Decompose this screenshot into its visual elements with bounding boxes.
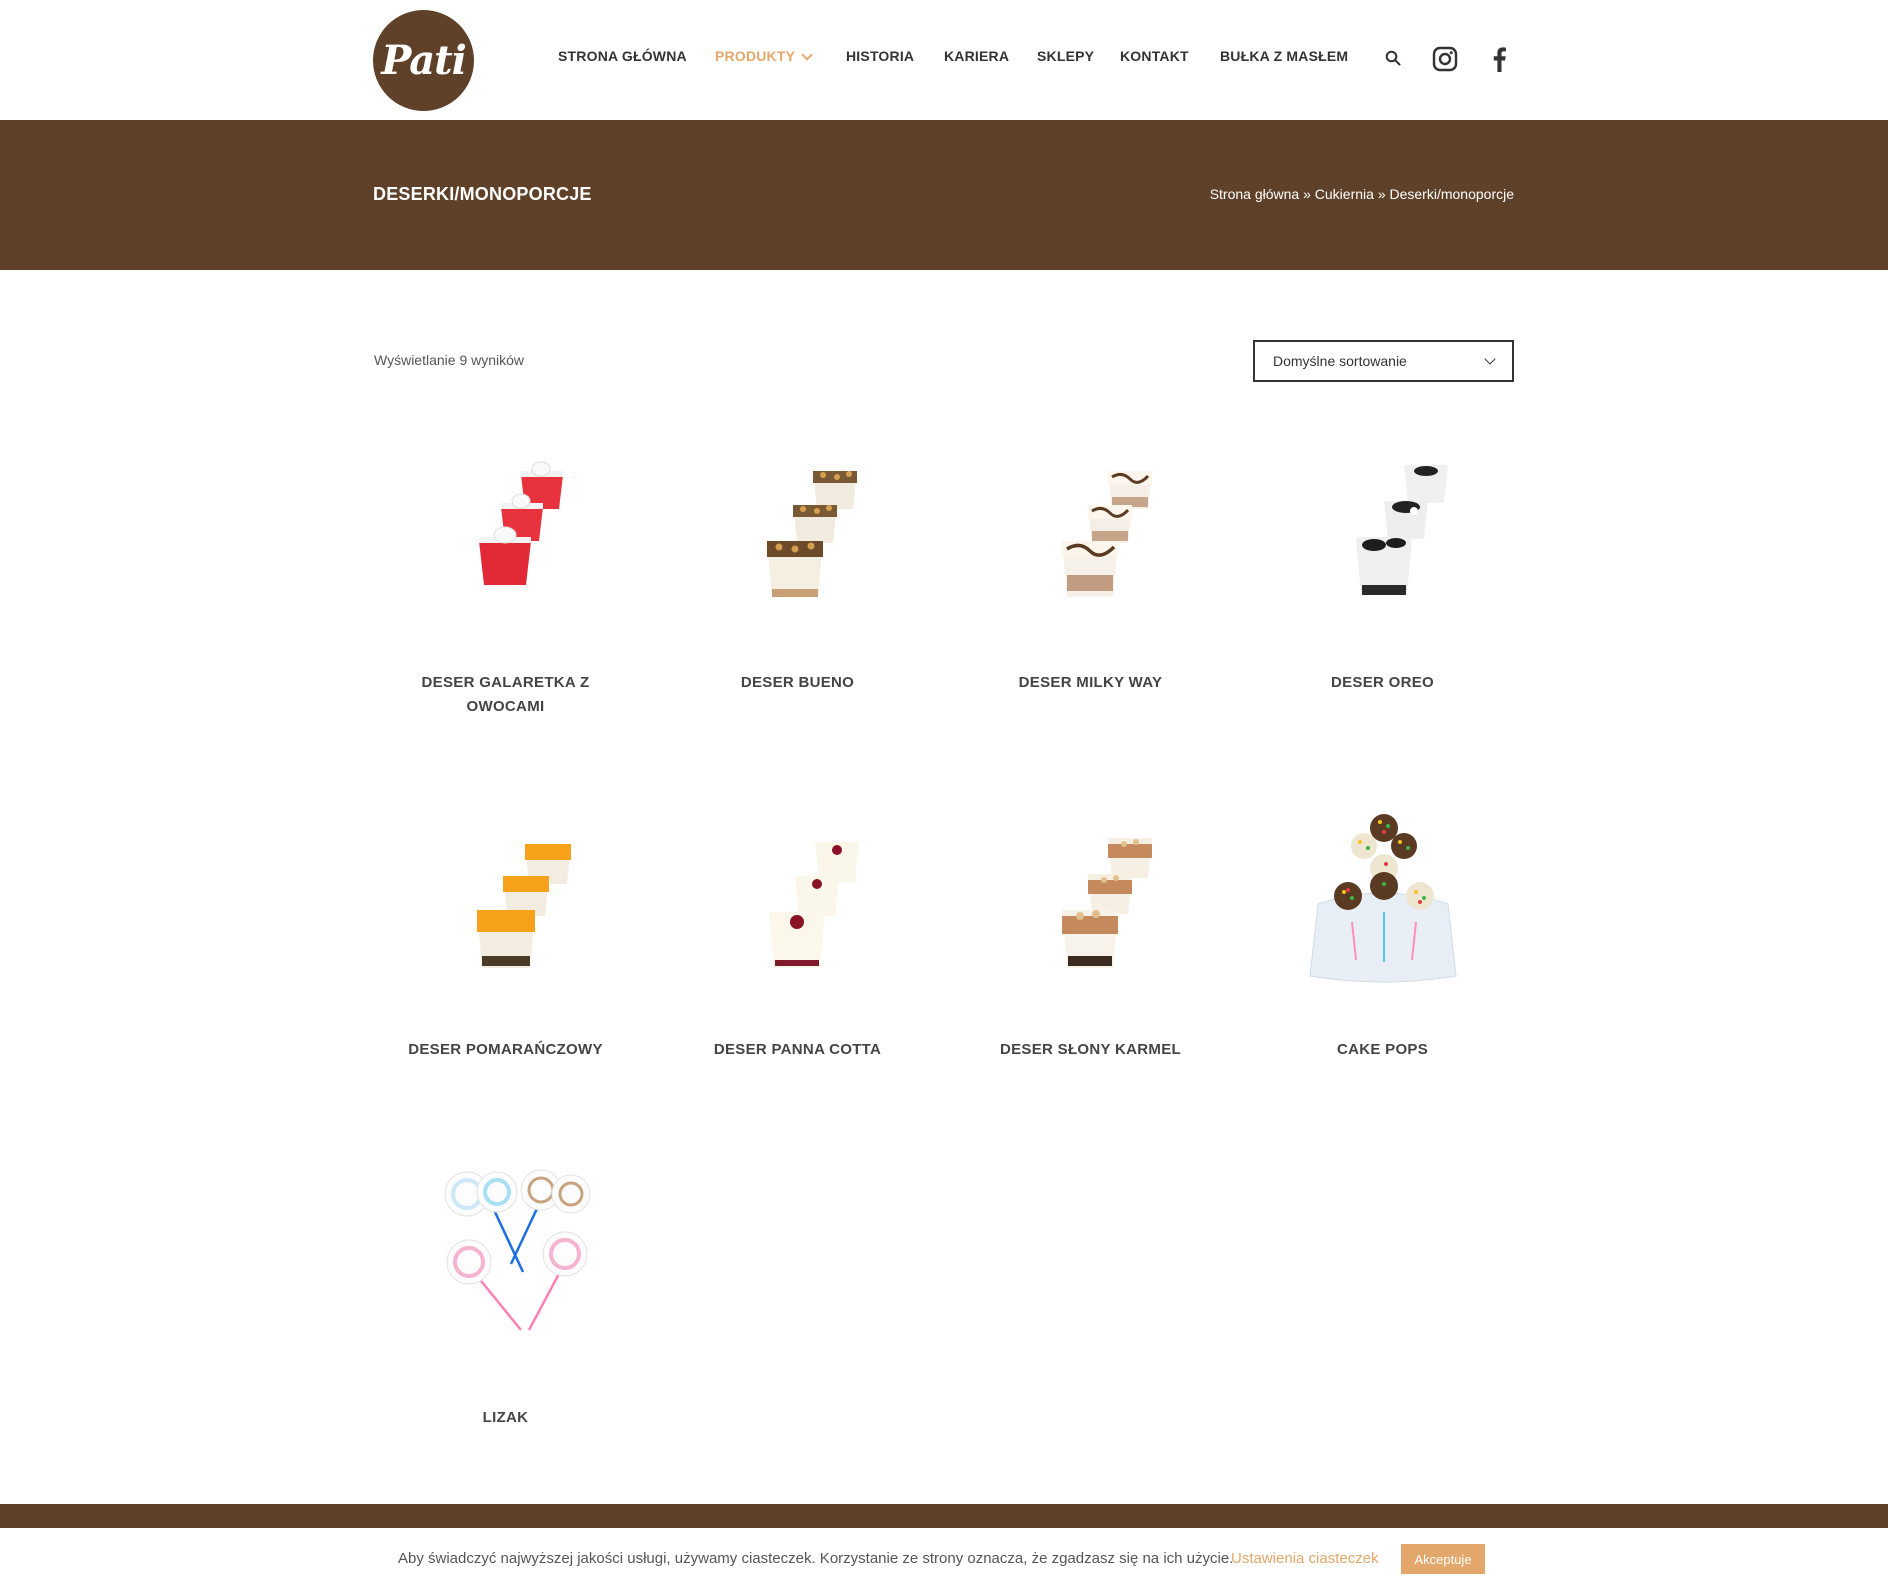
product-image[interactable] (703, 812, 893, 1002)
product-image[interactable] (996, 812, 1186, 1002)
product-card[interactable]: DESER POMARAŃCZOWY (373, 812, 638, 1062)
product-image[interactable] (1288, 812, 1478, 1002)
product-title[interactable]: DESER OREO (1250, 671, 1515, 695)
product-image[interactable] (411, 1160, 601, 1350)
breadcrumb: Strona główna » Cukiernia » Deserki/mono… (1210, 186, 1514, 202)
nav-item-bulka-z-maslem[interactable]: BUŁKA Z MASŁEM (1220, 48, 1348, 64)
product-title[interactable]: DESER GALARETKA Z OWOCAMI (418, 671, 593, 719)
facebook-icon[interactable] (1489, 45, 1509, 73)
product-card[interactable]: DESER PANNA COTTA (665, 812, 930, 1062)
product-image[interactable] (703, 445, 893, 635)
cookie-text: Aby świadczyć najwyższej jakości usługi,… (398, 1550, 1234, 1567)
breadcrumb-current: Deserki/monoporcje (1389, 186, 1515, 202)
breadcrumb-category[interactable]: Cukiernia (1315, 186, 1374, 202)
product-image[interactable] (411, 445, 601, 635)
chevron-down-icon (801, 49, 813, 61)
product-card[interactable]: DESER MILKY WAY (958, 445, 1223, 695)
product-title[interactable]: DESER PANNA COTTA (665, 1038, 930, 1062)
cookie-settings-link[interactable]: Ustawienia ciasteczek (1231, 1550, 1379, 1567)
site-logo[interactable]: Pati (373, 10, 474, 111)
product-title[interactable]: LIZAK (373, 1406, 638, 1430)
nav-item-produkty[interactable]: PRODUKTY (715, 48, 813, 64)
cookie-bar: Aby świadczyć najwyższej jakości usługi,… (0, 1528, 1888, 1592)
page-title-band: DESERKI/MONOPORCJE Strona główna » Cukie… (0, 120, 1888, 270)
breadcrumb-separator: » (1303, 186, 1311, 202)
chevron-down-icon (1484, 353, 1496, 365)
footer-band (0, 1504, 1888, 1528)
nav-item-strona-glowna[interactable]: STRONA GŁÓWNA (558, 48, 687, 64)
sort-select-value: Domyślne sortowanie (1273, 353, 1407, 369)
nav-item-sklepy[interactable]: SKLEPY (1037, 48, 1094, 64)
nav-item-produkty-label: PRODUKTY (715, 48, 796, 64)
result-count: Wyświetlanie 9 wyników (374, 352, 525, 368)
logo-text: Pati (381, 37, 467, 84)
product-image[interactable] (411, 812, 601, 1002)
product-card[interactable]: DESER GALARETKA Z OWOCAMI (373, 445, 638, 719)
product-card[interactable]: DESER SŁONY KARMEL (958, 812, 1223, 1062)
sort-select[interactable]: Domyślne sortowanie (1253, 340, 1514, 382)
product-title[interactable]: DESER SŁONY KARMEL (958, 1038, 1223, 1062)
cookie-accept-button[interactable]: Akceptuje (1401, 1544, 1485, 1574)
product-card[interactable]: LIZAK (373, 1160, 638, 1430)
instagram-icon[interactable] (1431, 45, 1459, 73)
site-header: Pati STRONA GŁÓWNA PRODUKTY HISTORIA KAR… (0, 0, 1888, 120)
nav-item-kariera[interactable]: KARIERA (944, 48, 1009, 64)
breadcrumb-separator: » (1377, 186, 1386, 202)
nav-item-kontakt[interactable]: KONTAKT (1120, 48, 1189, 64)
product-image[interactable] (1288, 445, 1478, 635)
breadcrumb-home[interactable]: Strona główna (1210, 186, 1300, 202)
product-card[interactable]: DESER BUENO (665, 445, 930, 695)
product-card[interactable]: DESER OREO (1250, 445, 1515, 695)
nav-item-historia[interactable]: HISTORIA (846, 48, 914, 64)
page-title: DESERKI/MONOPORCJE (373, 184, 592, 204)
search-icon[interactable] (1384, 49, 1402, 67)
product-title[interactable]: CAKE POPS (1250, 1038, 1515, 1062)
product-card[interactable]: CAKE POPS (1250, 812, 1515, 1062)
product-title[interactable]: DESER MILKY WAY (958, 671, 1223, 695)
product-title[interactable]: DESER BUENO (665, 671, 930, 695)
product-image[interactable] (996, 445, 1186, 635)
product-title[interactable]: DESER POMARAŃCZOWY (373, 1038, 638, 1062)
